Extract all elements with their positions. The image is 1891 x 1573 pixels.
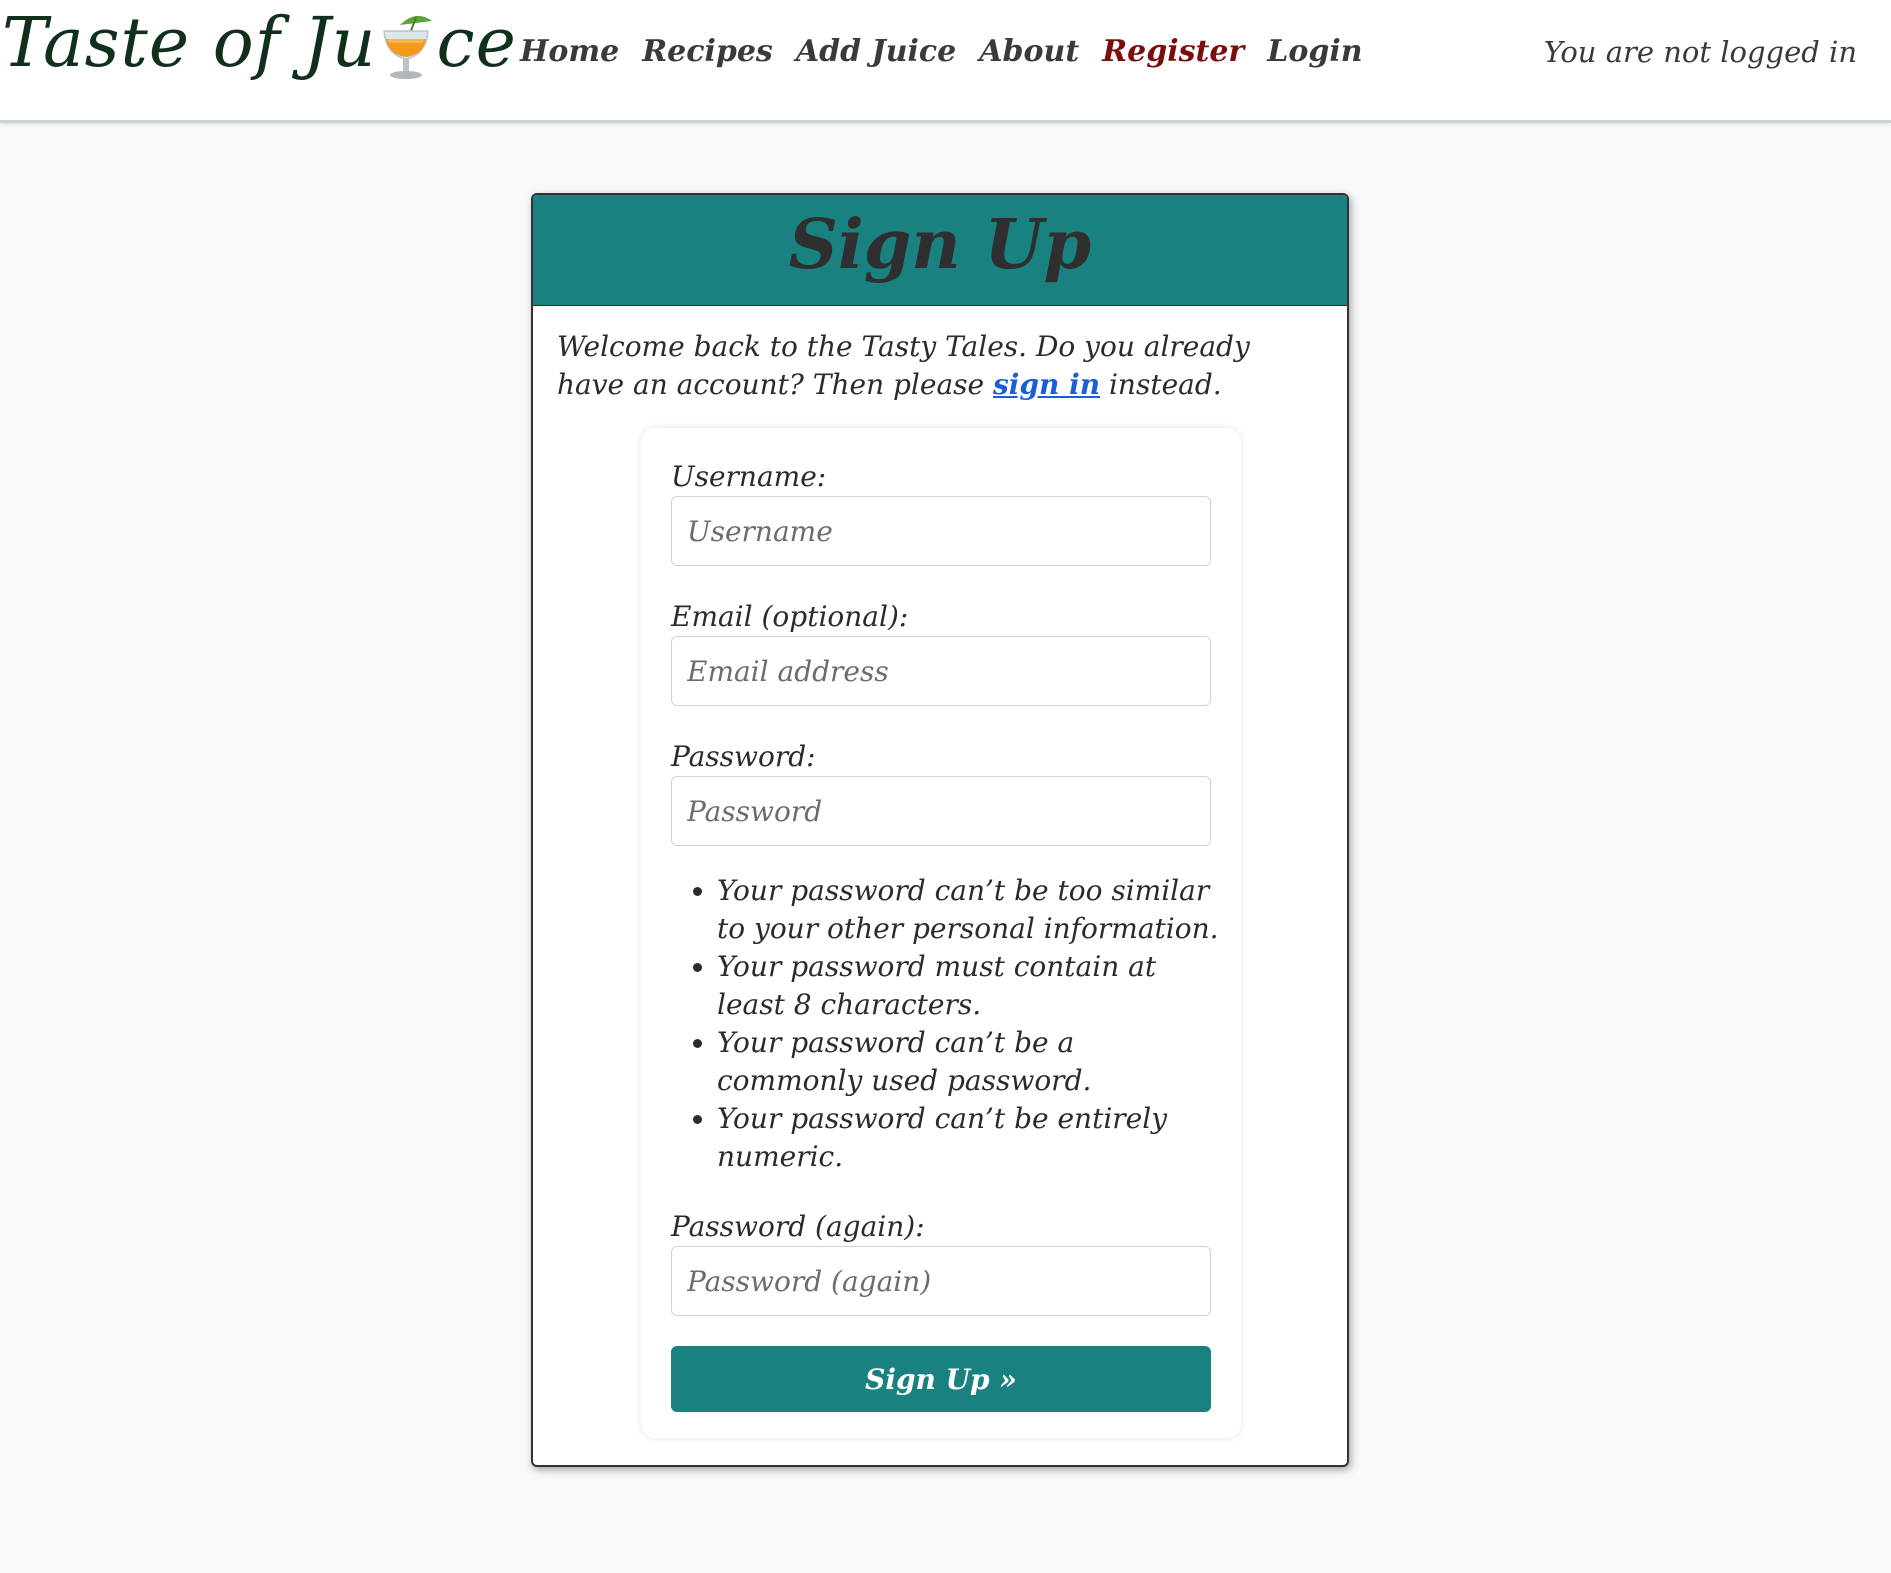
brand-logo[interactable]: Taste of Ju ce	[2, 4, 517, 87]
password-help-item: Your password can’t be entirely numeric.	[717, 1100, 1227, 1176]
nav-link-login[interactable]: Login	[1267, 30, 1362, 74]
brand-text-end: ce	[436, 4, 517, 83]
brand-text-start: Taste of Ju	[2, 4, 377, 83]
tropical-drink-icon	[378, 7, 434, 83]
intro-text-after: instead.	[1100, 368, 1222, 401]
signup-card: Sign Up Welcome back to the Tasty Tales.…	[531, 193, 1349, 1467]
sign-up-button[interactable]: Sign Up »	[671, 1346, 1211, 1412]
nav-link-register[interactable]: Register	[1102, 30, 1244, 74]
password-label: Password:	[671, 740, 816, 773]
nav-link-about[interactable]: About	[979, 30, 1079, 74]
main-nav: Home Recipes Add Juice About Register Lo…	[520, 30, 1386, 74]
signup-card-header: Sign Up	[533, 195, 1347, 306]
password-again-input[interactable]	[671, 1246, 1211, 1316]
nav-link-recipes[interactable]: Recipes	[642, 30, 773, 74]
signup-intro: Welcome back to the Tasty Tales. Do you …	[557, 328, 1323, 404]
password-help-item: Your password must contain at least 8 ch…	[717, 948, 1227, 1024]
username-label: Username:	[671, 460, 827, 493]
nav-link-add-juice[interactable]: Add Juice	[796, 30, 956, 74]
email-input[interactable]	[671, 636, 1211, 706]
email-label: Email (optional):	[671, 600, 909, 633]
password-help-item: Your password can’t be too similar to yo…	[717, 872, 1227, 948]
password-again-label: Password (again):	[671, 1210, 925, 1243]
signup-form: Username: Email (optional): Password: Yo…	[641, 428, 1241, 1438]
password-help-list: Your password can’t be too similar to yo…	[671, 872, 1227, 1176]
page-title: Sign Up	[788, 205, 1092, 285]
password-input[interactable]	[671, 776, 1211, 846]
password-help-item: Your password can’t be a commonly used p…	[717, 1024, 1227, 1100]
username-input[interactable]	[671, 496, 1211, 566]
sign-in-link[interactable]: sign in	[993, 368, 1100, 401]
login-status-text: You are not logged in	[1543, 35, 1857, 69]
navbar: Taste of Ju ce Home Recipes Add Juice Ab…	[0, 0, 1891, 123]
nav-link-home[interactable]: Home	[520, 30, 619, 74]
